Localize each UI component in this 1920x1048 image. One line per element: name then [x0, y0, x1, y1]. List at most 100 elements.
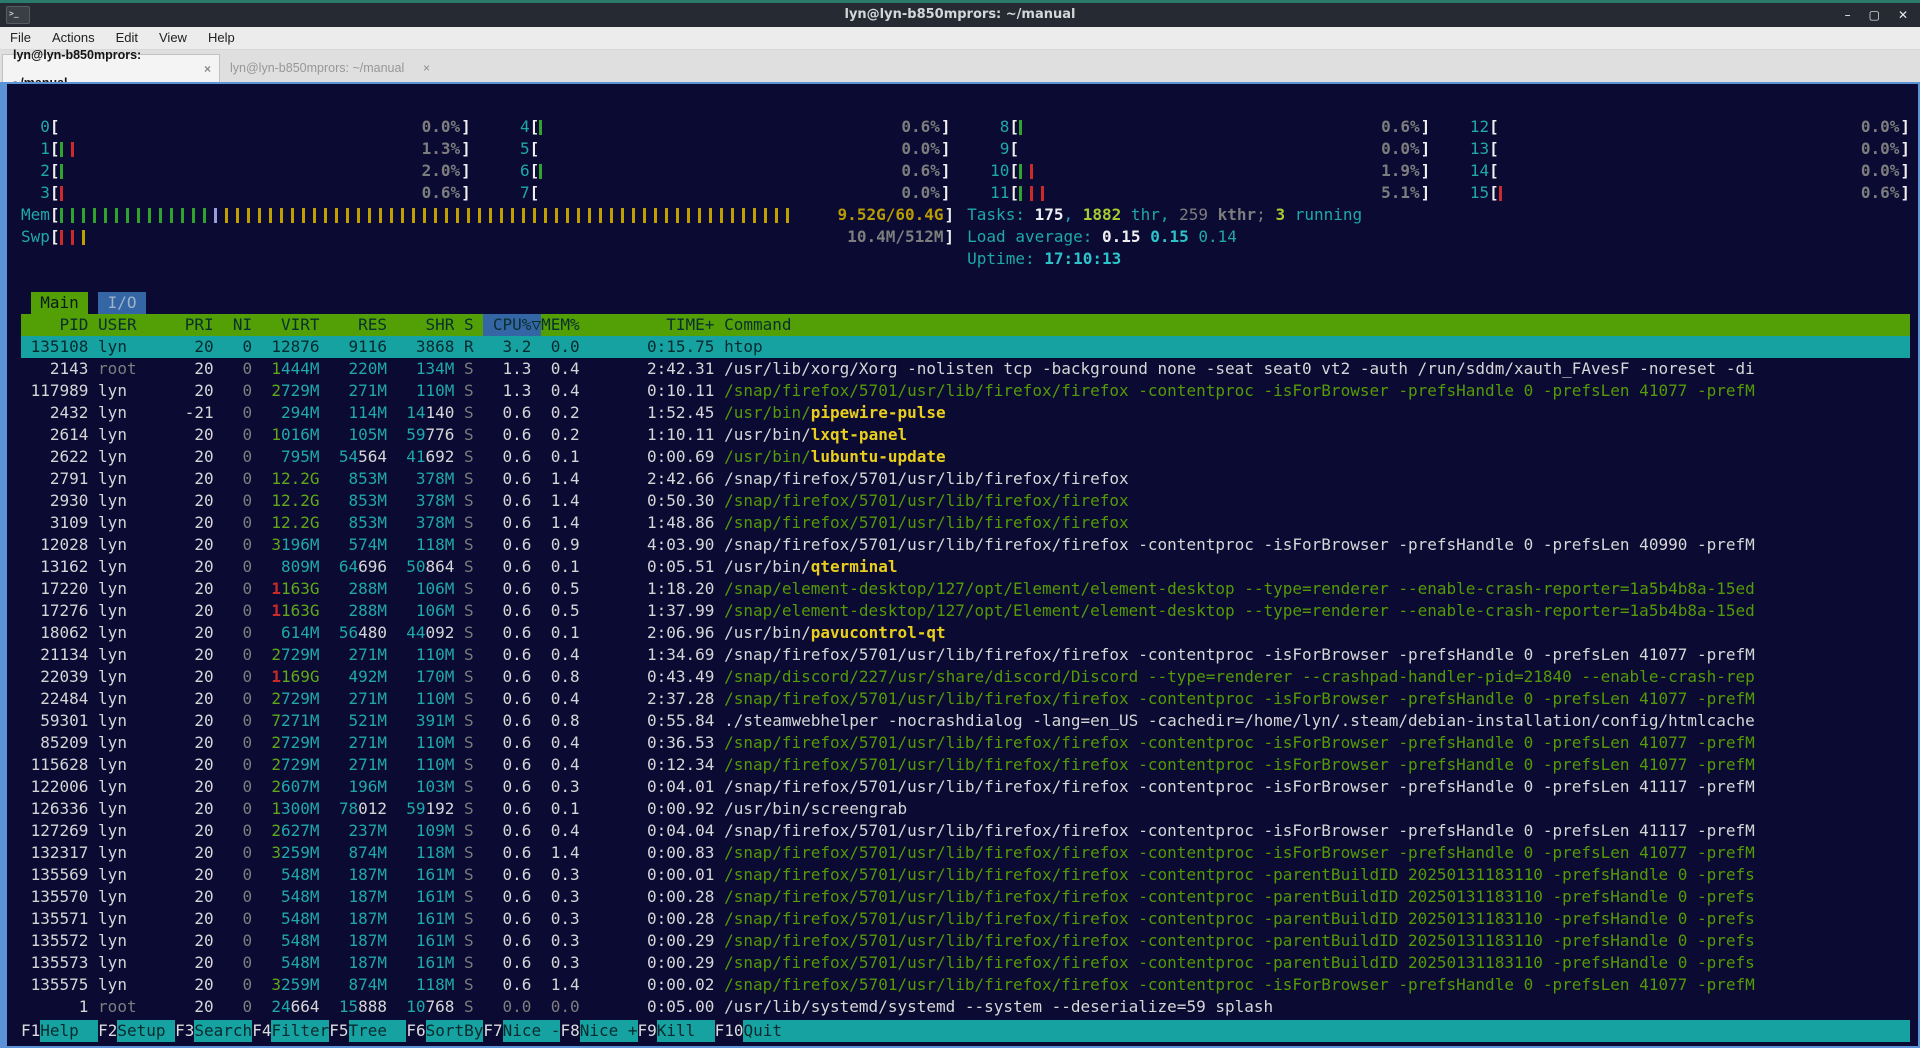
cell-ni: 0 — [223, 864, 252, 886]
process-row-22484[interactable]: 22484lyn2002729M271M110MS0.60.42:37.28/s… — [21, 688, 1910, 710]
tasks-line-segment: 259 — [1179, 205, 1208, 224]
command-segment: lubuntu-update — [811, 447, 946, 466]
process-row-126336[interactable]: 126336lyn2001300M7801259192S0.60.10:00.9… — [21, 798, 1910, 820]
cell-cpu: 0.6 — [483, 798, 531, 820]
cell-res: 271M — [329, 732, 387, 754]
cell-virt: 548M — [262, 908, 320, 930]
tab-close-icon[interactable]: × — [423, 54, 430, 82]
process-row-17276[interactable]: 17276lyn2001163G288M106MS0.60.51:37.99/s… — [21, 600, 1910, 622]
fkey-f3-search[interactable]: F3Search — [175, 1020, 252, 1042]
cpu-meter-7: 7[0.0%] — [501, 182, 951, 204]
column-header-user[interactable]: USER — [98, 314, 165, 336]
cell-shr-part: 44 — [406, 623, 425, 642]
process-row-59301[interactable]: 59301lyn2007271M521M391MS0.60.80:55.84./… — [21, 710, 1910, 732]
cell-ni: 0 — [223, 666, 252, 688]
meter-tick — [390, 208, 393, 223]
cpu-percent: 0.6% — [901, 160, 940, 182]
column-header-res[interactable]: RES — [329, 314, 387, 336]
process-row-85209[interactable]: 85209lyn2002729M271M110MS0.60.40:36.53/s… — [21, 732, 1910, 754]
column-header-mem[interactable]: MEM% — [541, 314, 580, 336]
cell-user: lyn — [98, 754, 165, 776]
cell-ni: 0 — [223, 798, 252, 820]
process-row-127269[interactable]: 127269lyn2002627M237M109MS0.60.40:04.04/… — [21, 820, 1910, 842]
cell-res-part: 187M — [348, 909, 387, 928]
process-row-122006[interactable]: 122006lyn2002607M196M103MS0.60.30:04.01/… — [21, 776, 1910, 798]
cpu-label: 13 — [1460, 138, 1489, 160]
command-segment: qterminal — [811, 557, 898, 576]
cpu-label: 6 — [501, 160, 530, 182]
cell-shr-part: 864 — [426, 557, 455, 576]
process-row-135572[interactable]: 135572lyn200548M187M161MS0.60.30:00.29/s… — [21, 930, 1910, 952]
column-header-pri[interactable]: PRI — [175, 314, 214, 336]
process-row-135573[interactable]: 135573lyn200548M187M161MS0.60.30:00.29/s… — [21, 952, 1910, 974]
column-header-time[interactable]: TIME+ — [589, 314, 714, 336]
meter-tick — [445, 208, 448, 223]
fkey-f1-help[interactable]: F1Help — [21, 1020, 98, 1042]
process-row-1[interactable]: 1root200246641588810768S0.00.00:05.00/us… — [21, 996, 1910, 1018]
bracket-open: [ — [1009, 182, 1019, 204]
cell-cpu: 0.6 — [483, 666, 531, 688]
process-row-2622[interactable]: 2622lyn200795M5456441692S0.60.10:00.69/u… — [21, 446, 1910, 468]
process-row-132317[interactable]: 132317lyn2003259M874M118MS0.61.40:00.83/… — [21, 842, 1910, 864]
process-row-2791[interactable]: 2791lyn20012.2G853M378MS0.61.42:42.66/sn… — [21, 468, 1910, 490]
cpu-label: 11 — [981, 182, 1010, 204]
process-row-3109[interactable]: 3109lyn20012.2G853M378MS0.61.41:48.86/sn… — [21, 512, 1910, 534]
fkey-f7-nice-[interactable]: F7Nice - — [483, 1020, 560, 1042]
process-row-135570[interactable]: 135570lyn200548M187M161MS0.60.30:00.28/s… — [21, 886, 1910, 908]
column-header-shr[interactable]: SHR — [397, 314, 455, 336]
fkey-f9-kill[interactable]: F9Kill — [638, 1020, 715, 1042]
cpu-bar: 0.0% — [539, 182, 941, 204]
process-row-2614[interactable]: 2614lyn2001016M105M59776S0.60.21:10.11/u… — [21, 424, 1910, 446]
cell-pri: 20 — [175, 864, 214, 886]
fkey-f10-quit[interactable]: F10Quit — [715, 1020, 802, 1042]
process-row-135108[interactable]: 135108lyn2001287691163868R3.20.00:15.75h… — [21, 336, 1910, 358]
cell-user: lyn — [98, 402, 165, 424]
cell-virt-part: 795M — [281, 447, 320, 466]
process-row-135571[interactable]: 135571lyn200548M187M161MS0.60.30:00.28/s… — [21, 908, 1910, 930]
maximize-icon[interactable]: ▢ — [1869, 3, 1880, 27]
process-row-18062[interactable]: 18062lyn200614M5648044092S0.60.12:06.96/… — [21, 622, 1910, 644]
cpu-percent: 0.0% — [1381, 138, 1420, 160]
cell-state: S — [464, 776, 474, 798]
tab-close-icon[interactable]: × — [204, 55, 211, 83]
process-row-135569[interactable]: 135569lyn200548M187M161MS0.60.30:00.01/s… — [21, 864, 1910, 886]
terminal-tab-1[interactable]: lyn@lyn-b850mprors: ~/manual× — [2, 54, 220, 82]
process-row-135575[interactable]: 135575lyn2003259M874M118MS0.61.40:00.02/… — [21, 974, 1910, 996]
cell-virt-part: 3 — [271, 535, 281, 554]
process-row-2432[interactable]: 2432lyn-210294M114M14140S0.60.21:52.45/u… — [21, 402, 1910, 424]
process-row-2930[interactable]: 2930lyn20012.2G853M378MS0.61.40:50.30/sn… — [21, 490, 1910, 512]
terminal-tab-2[interactable]: lyn@lyn-b850mprors: ~/manual× — [220, 54, 438, 82]
window-title: lyn@lyn-b850mprors: ~/manual — [0, 3, 1920, 27]
column-header-state[interactable]: S — [464, 314, 474, 336]
fkey-f6-sortby[interactable]: F6SortBy — [406, 1020, 483, 1042]
fkey-f8-nice-[interactable]: F8Nice + — [560, 1020, 637, 1042]
htop-tab-io[interactable]: I/O — [98, 292, 146, 314]
cell-time: 0:55.84 — [589, 710, 714, 732]
column-header-virt[interactable]: VIRT — [262, 314, 320, 336]
menu-item-help[interactable]: Help — [208, 27, 235, 49]
process-row-115628[interactable]: 115628lyn2002729M271M110MS0.60.40:12.34/… — [21, 754, 1910, 776]
cpu-bar: 0.6% — [60, 182, 462, 204]
column-header-pid[interactable]: PID — [21, 314, 88, 336]
close-icon[interactable]: ✕ — [1898, 3, 1908, 27]
column-header-ni[interactable]: NI — [223, 314, 252, 336]
column-header-command[interactable]: Command — [724, 314, 1900, 336]
process-row-2143[interactable]: 2143root2001444M220M134MS1.30.42:42.31/u… — [21, 358, 1910, 380]
process-row-12028[interactable]: 12028lyn2003196M574M118MS0.60.94:03.90/s… — [21, 534, 1910, 556]
column-header-cpu[interactable]: CPU% — [483, 314, 531, 336]
process-row-21134[interactable]: 21134lyn2002729M271M110MS0.60.41:34.69/s… — [21, 644, 1910, 666]
cell-virt: 12.2G — [262, 490, 320, 512]
process-row-13162[interactable]: 13162lyn200809M6469650864S0.60.10:05.51/… — [21, 556, 1910, 578]
minimize-icon[interactable]: – — [1845, 3, 1851, 27]
fkey-f4-filter[interactable]: F4Filter — [252, 1020, 329, 1042]
meter-tick — [71, 230, 74, 245]
fkey-f5-tree[interactable]: F5Tree — [329, 1020, 406, 1042]
cell-time: 0:10.11 — [589, 380, 714, 402]
fkey-f2-setup[interactable]: F2Setup — [98, 1020, 175, 1042]
process-row-17220[interactable]: 17220lyn2001163G288M106MS0.60.51:18.20/s… — [21, 578, 1910, 600]
htop-tab-main[interactable]: Main — [31, 292, 89, 314]
cpu-label: 8 — [981, 116, 1010, 138]
process-row-22039[interactable]: 22039lyn2001169G492M170MS0.60.80:43.49/s… — [21, 666, 1910, 688]
process-row-117989[interactable]: 117989lyn2002729M271M110MS1.30.40:10.11/… — [21, 380, 1910, 402]
cell-command: /snap/firefox/5701/usr/lib/firefox/firef… — [724, 644, 1910, 666]
